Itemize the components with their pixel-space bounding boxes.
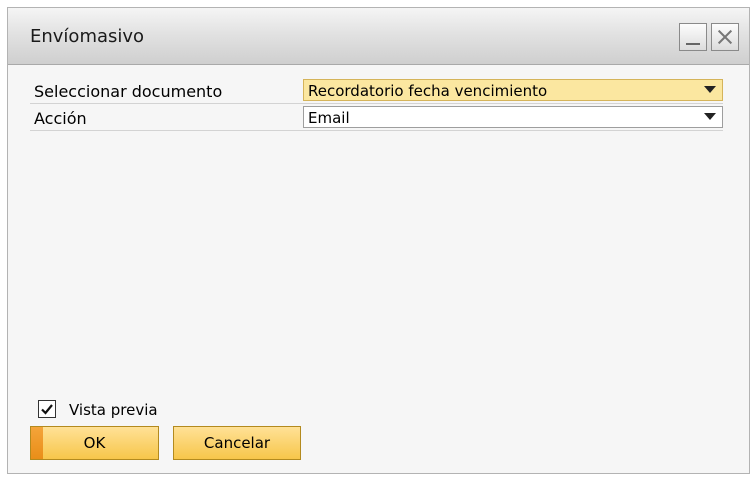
chevron-down-icon [704, 86, 716, 93]
preview-checkbox[interactable] [38, 400, 56, 418]
select-document-row: Seleccionar documento Recordatorio fecha… [30, 79, 723, 104]
ok-button-label: OK [83, 434, 106, 452]
chevron-down-icon [704, 113, 716, 120]
action-value: Email [308, 109, 350, 127]
title-bar[interactable]: Envíomasivo [8, 8, 749, 65]
cancel-button[interactable]: Cancelar [173, 426, 301, 460]
window-title: Envíomasivo [30, 26, 145, 47]
checkmark-icon [41, 404, 53, 415]
cancel-button-label: Cancelar [203, 434, 271, 452]
select-document-value: Recordatorio fecha vencimiento [308, 82, 548, 100]
preview-label: Vista previa [69, 401, 158, 419]
dialog-window: Envíomasivo Seleccionar documento Record… [7, 7, 750, 474]
ok-button[interactable]: OK [30, 426, 159, 460]
action-dropdown[interactable]: Email [303, 106, 723, 128]
action-label: Acción [34, 109, 87, 128]
minimize-button[interactable] [679, 23, 707, 51]
action-row: Acción Email [30, 106, 723, 131]
select-document-label: Seleccionar documento [34, 82, 223, 101]
select-document-dropdown[interactable]: Recordatorio fecha vencimiento [303, 79, 723, 101]
close-button[interactable] [711, 23, 739, 51]
